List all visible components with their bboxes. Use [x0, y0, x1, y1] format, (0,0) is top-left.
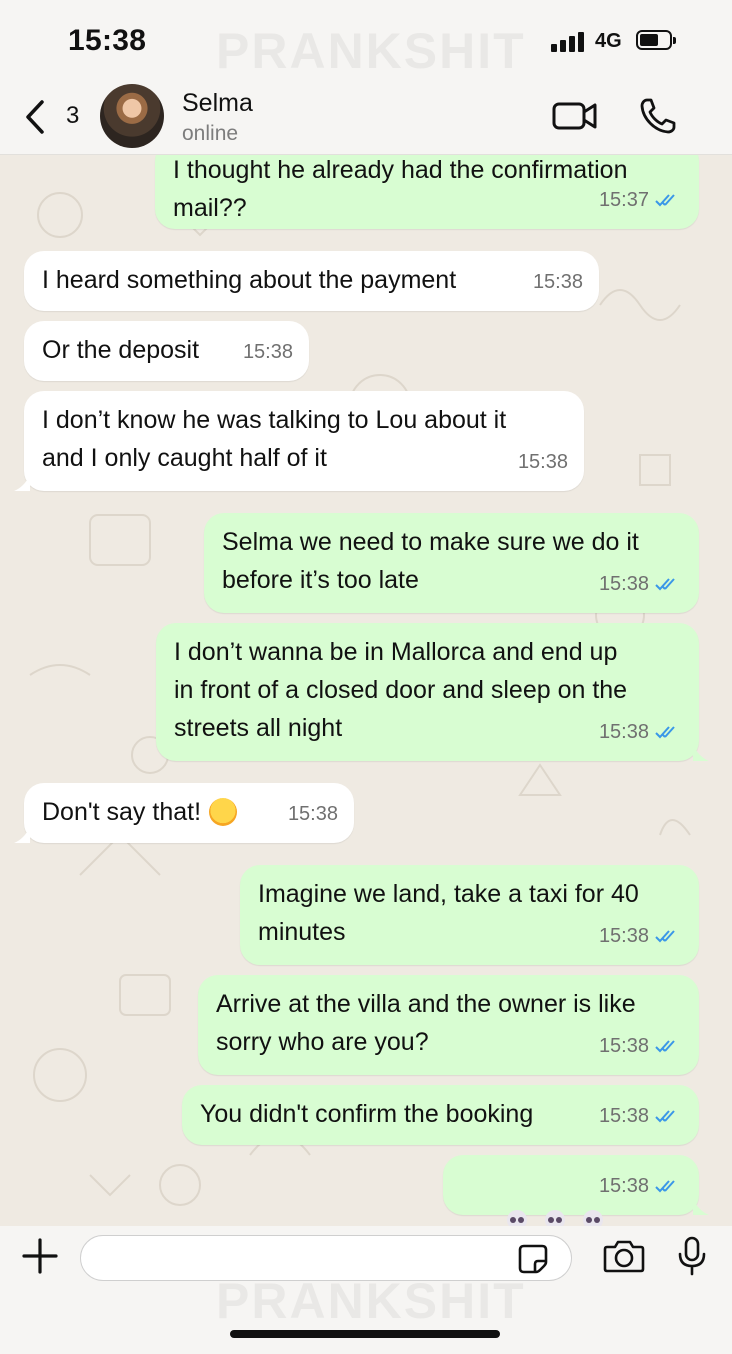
message-meta: 15:37 [599, 181, 681, 219]
bubble-tail [14, 475, 30, 491]
sticker-icon[interactable] [518, 1244, 548, 1274]
message-time: 15:38 [598, 1035, 649, 1057]
message-time: 15:38 [532, 271, 583, 293]
message-text: I heard something about the payment [42, 266, 457, 294]
message-outgoing[interactable]: Imagine we land, take a taxi for 40 minu… [240, 865, 699, 965]
message-time: 15:38 [242, 341, 293, 363]
message-time: 15:38 [598, 1175, 649, 1197]
video-call-icon[interactable] [552, 100, 598, 132]
grinning-sweat-emoji [209, 798, 238, 826]
watermark: PRANKSHIT [216, 23, 526, 79]
message-incoming[interactable]: I heard something about the payment 15:3… [24, 251, 599, 311]
phone-icon[interactable] [638, 96, 678, 136]
message-time: 15:38 [598, 573, 649, 595]
status-time: 15:38 [68, 24, 147, 57]
message-meta: 15:38 [599, 565, 681, 603]
double-check-icon [655, 726, 675, 739]
message-time: 15:38 [598, 721, 649, 743]
camera-icon[interactable] [603, 1239, 645, 1273]
unread-count[interactable]: 3 [66, 102, 79, 130]
message-incoming[interactable]: I don’t know he was talking to Lou about… [14, 391, 584, 491]
message-outgoing[interactable]: 15:38 [443, 1155, 709, 1230]
composer-bar: PRANKSHIT [0, 1226, 732, 1354]
message-meta: 15:38 [599, 713, 681, 751]
avatar[interactable] [100, 84, 164, 148]
chat-header: 3 Selma online [0, 80, 732, 155]
double-check-icon [655, 194, 675, 207]
message-time: 15:38 [287, 803, 338, 825]
message-outgoing[interactable]: I don’t wanna be in Mallorca and end up … [156, 623, 709, 761]
message-meta: 15:38 [599, 1027, 681, 1065]
plus-icon[interactable] [22, 1238, 58, 1274]
message-outgoing[interactable]: Selma we need to make sure we do it befo… [204, 513, 699, 613]
message-time: 15:38 [598, 925, 649, 947]
mic-icon[interactable] [677, 1236, 707, 1276]
bubble-tail [693, 745, 709, 761]
message-outgoing[interactable]: You didn't confirm the booking 15:38 [182, 1085, 699, 1145]
message-outgoing[interactable]: I thought he already had the confirmatio… [155, 155, 699, 229]
contact-status: online [182, 122, 239, 145]
contact-name[interactable]: Selma [182, 89, 253, 118]
message-incoming[interactable]: Don't say that! 15:38 [14, 783, 354, 843]
bubble-tail [14, 827, 30, 843]
message-meta: 15:38 [599, 917, 681, 955]
message-incoming[interactable]: Or the deposit 15:38 [24, 321, 309, 381]
message-text-content: Don't say that! [42, 798, 202, 826]
message-time: 15:37 [598, 189, 649, 211]
message-text: I don’t know he was talking to Lou about… [42, 406, 507, 472]
status-bar: 15:38 4G PRANKSHIT [0, 0, 732, 86]
message-outgoing[interactable]: Arrive at the villa and the owner is lik… [198, 975, 699, 1075]
message-meta: 15:38 [599, 1167, 681, 1205]
battery-icon [636, 30, 676, 50]
message-time: 15:38 [598, 1105, 649, 1127]
message-meta: 15:38 [599, 1097, 681, 1135]
double-check-icon [655, 1040, 675, 1053]
chat-area[interactable]: I thought he already had the confirmatio… [0, 155, 732, 1230]
message-input[interactable] [80, 1235, 572, 1281]
double-check-icon [655, 930, 675, 943]
double-check-icon [655, 1110, 675, 1123]
message-time: 15:38 [517, 451, 568, 473]
home-indicator[interactable] [230, 1330, 500, 1338]
network-type: 4G [595, 30, 622, 52]
back-chevron-icon[interactable] [22, 98, 52, 136]
double-check-icon [655, 1180, 675, 1193]
signal-icon [551, 30, 585, 52]
bubble-tail [693, 1199, 709, 1215]
double-check-icon [655, 578, 675, 591]
